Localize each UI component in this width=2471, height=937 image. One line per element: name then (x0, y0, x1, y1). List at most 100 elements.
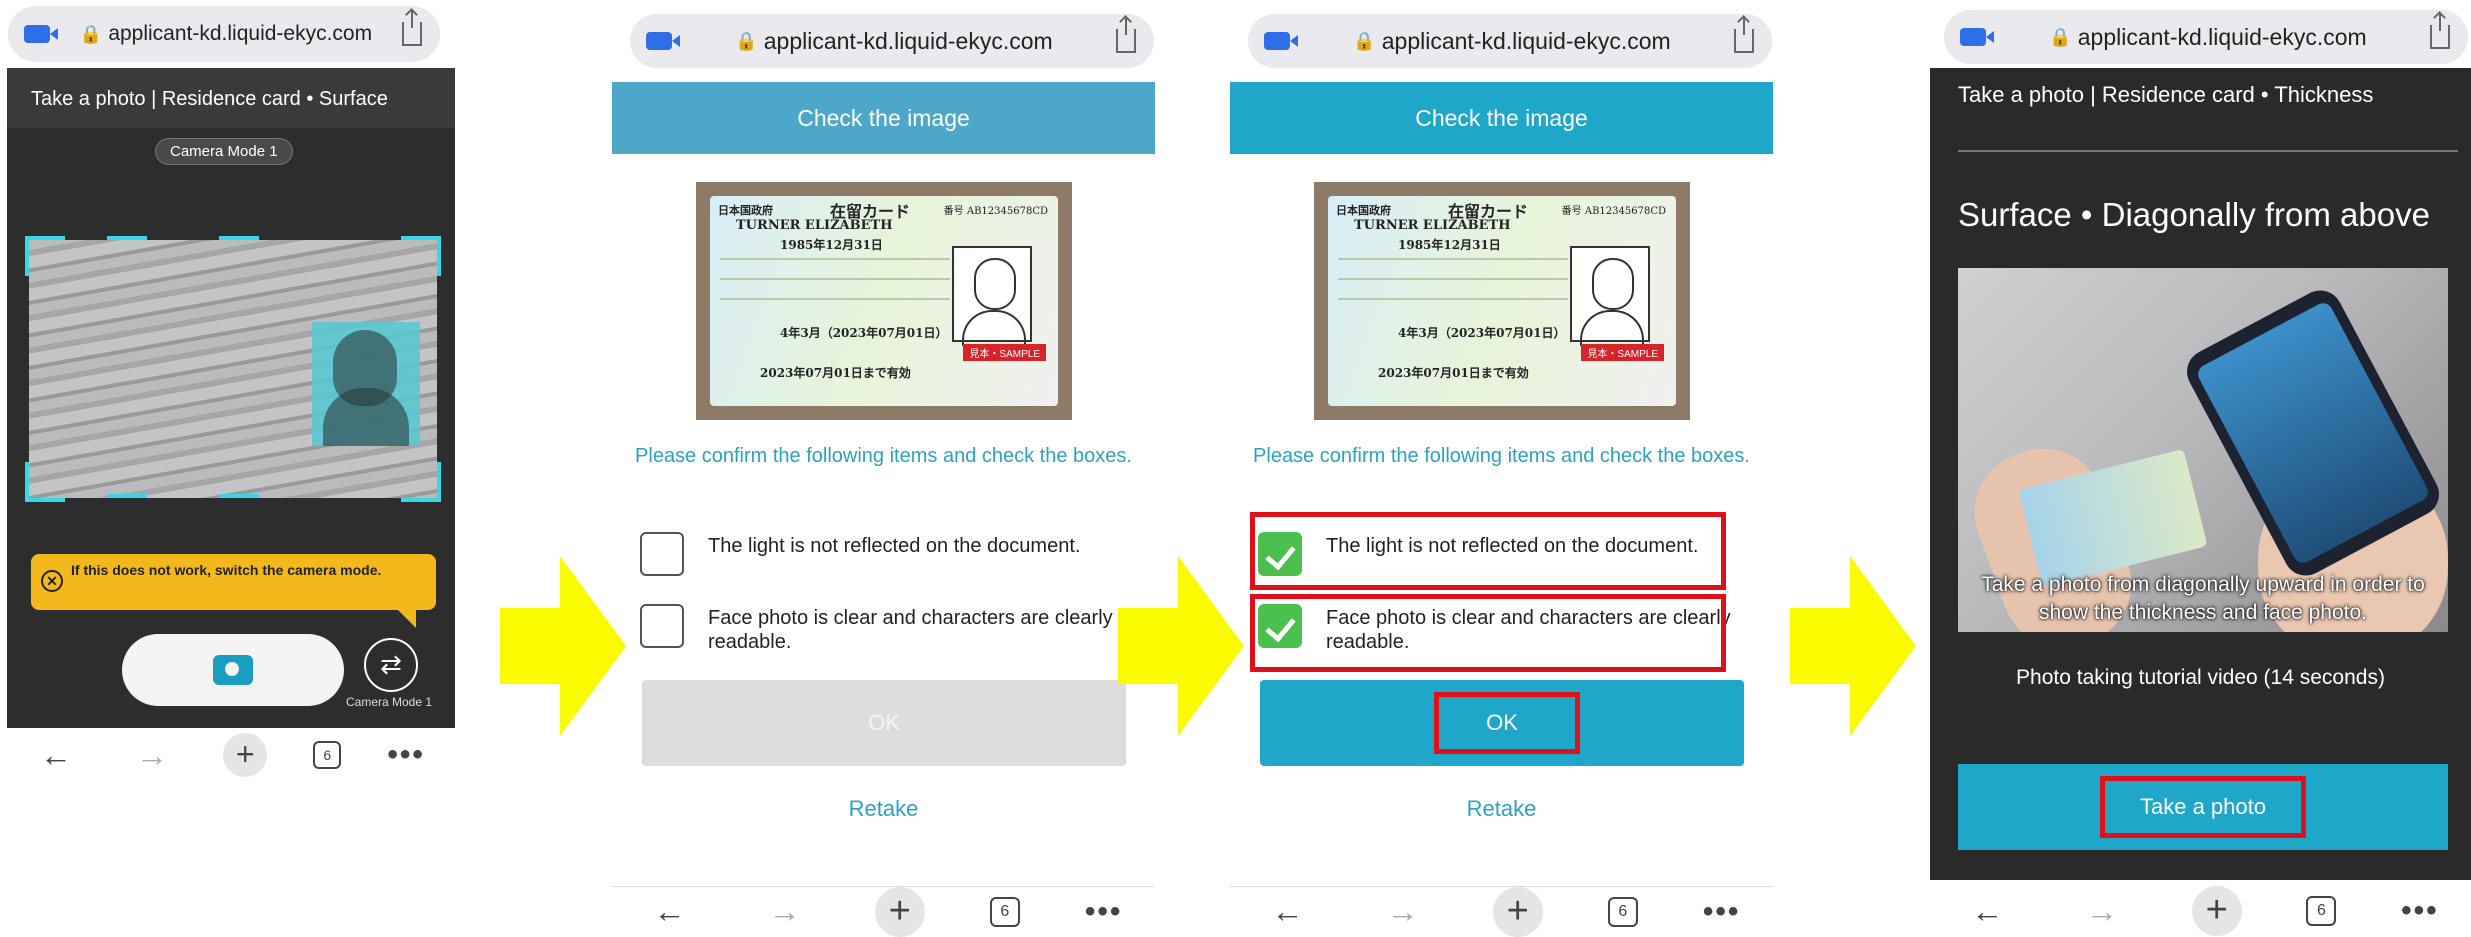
camera-icon (213, 655, 253, 685)
frame-corner-bl (25, 462, 65, 502)
switch-camera-label: Camera Mode 1 (346, 695, 433, 709)
url-text: applicant-kd.liquid-ekyc.com (763, 27, 1053, 54)
card-photo (1570, 246, 1650, 346)
flow-arrow (1790, 556, 1916, 736)
card-line (1338, 278, 1568, 280)
ok-button-disabled[interactable]: OK (642, 680, 1126, 766)
url-bar[interactable]: 🔒 applicant-kd.liquid-ekyc.com (1248, 14, 1772, 68)
screen-thickness: 🔒 applicant-kd.liquid-ekyc.com Take a ph… (1930, 0, 2471, 937)
card-expiry: 2023年07月01日まで有効 (1378, 366, 1529, 380)
frame-tick (219, 236, 259, 240)
card-name: TURNER ELIZABETH (1354, 218, 1511, 233)
tabs-icon[interactable]: 6 (989, 896, 1020, 927)
checkbox-label: Face photo is clear and characters are c… (708, 607, 1113, 653)
share-icon[interactable] (1733, 17, 1754, 53)
card-image: 日本国政府 在留カード 番号 AB12345678CD TURNER ELIZA… (696, 182, 1072, 420)
share-icon[interactable] (1115, 17, 1136, 53)
card-expiry: 2023年07月01日まで有効 (760, 366, 911, 380)
back-icon[interactable]: ← (31, 737, 81, 774)
url-bar[interactable]: 🔒 applicant-kd.liquid-ekyc.com (8, 6, 440, 62)
lock-icon: 🔒 (2049, 26, 2072, 47)
card-sample: 見本・SAMPLE (963, 344, 1046, 361)
video-label: Photo taking tutorial video (14 seconds) (2016, 666, 2385, 689)
back-icon[interactable]: ← (1962, 893, 2012, 930)
flow-arrow (1118, 556, 1244, 736)
card-birth: 1985年12月31日 (1398, 238, 1501, 252)
video-icon (1264, 32, 1298, 50)
card-line (720, 298, 950, 300)
browser-nav: ← → + 6 ••• (8, 730, 448, 780)
back-icon[interactable]: ← (1263, 893, 1313, 930)
card-period: 4年3月（2023年07月01日） (780, 326, 948, 340)
warning-text: If this does not work, switch the camera… (71, 562, 382, 578)
tabs-icon[interactable]: 6 (2306, 896, 2337, 926)
checkbox-row[interactable]: The light is not reflected on the docume… (640, 532, 1130, 576)
forward-icon[interactable]: → (1378, 893, 1428, 930)
more-icon[interactable]: ••• (2401, 894, 2439, 928)
highlight-box (1434, 692, 1580, 754)
card-line (1338, 298, 1568, 300)
screen-camera: 🔒 applicant-kd.liquid-ekyc.com Take a ph… (0, 0, 455, 785)
camera-viewport: Take a photo | Residence card • Surface … (7, 68, 455, 728)
highlight-box (1250, 512, 1726, 590)
back-icon[interactable]: ← (645, 893, 695, 930)
checkbox-label: The light is not reflected on the docume… (708, 535, 1081, 557)
url-text: applicant-kd.liquid-ekyc.com (2077, 23, 2367, 50)
url-text: applicant-kd.liquid-ekyc.com (1381, 27, 1671, 54)
tabs-icon[interactable]: 6 (1607, 896, 1638, 927)
retake-link[interactable]: Retake (1230, 796, 1773, 822)
url-bar[interactable]: 🔒 applicant-kd.liquid-ekyc.com (630, 14, 1154, 68)
checkbox[interactable] (640, 604, 684, 648)
url-text: applicant-kd.liquid-ekyc.com (108, 22, 373, 45)
browser-nav: ← → + 6 ••• (612, 886, 1155, 937)
new-tab-icon[interactable]: + (223, 733, 268, 777)
warning-tooltip: ✕ If this does not work, switch the came… (31, 554, 436, 628)
frame-corner-br (401, 462, 441, 502)
new-tab-icon[interactable]: + (2191, 886, 2242, 936)
card-line (720, 258, 950, 260)
new-tab-icon[interactable]: + (874, 886, 925, 937)
checkbox[interactable] (640, 532, 684, 576)
shutter-button[interactable] (122, 634, 344, 706)
retake-link[interactable]: Retake (612, 796, 1155, 822)
checkbox-row[interactable]: Face photo is clear and characters are c… (640, 604, 1130, 654)
confirm-text: Please confirm the following items and c… (635, 445, 1132, 467)
confirm-text: Please confirm the following items and c… (1253, 445, 1750, 467)
page-header: Check the image (612, 82, 1155, 154)
forward-icon[interactable]: → (760, 893, 810, 930)
share-icon[interactable] (402, 10, 422, 46)
highlight-box (1250, 594, 1726, 672)
new-tab-icon[interactable]: + (1492, 886, 1543, 937)
divider (1958, 150, 2458, 152)
card-issuer: 日本国政府 (718, 204, 773, 217)
card-line (720, 278, 950, 280)
card-number: 番号 AB12345678CD (943, 206, 1048, 217)
forward-icon[interactable]: → (127, 737, 177, 774)
section-heading: Surface • Diagonally from above (1958, 196, 2430, 233)
more-icon[interactable]: ••• (1703, 895, 1741, 929)
video-icon (646, 32, 680, 50)
frame-tick (107, 236, 147, 240)
tutorial-video[interactable]: Take a photo from diagonally upward in o… (1958, 268, 2448, 632)
frame-tick (107, 494, 147, 498)
card-line (1338, 258, 1568, 260)
tabs-icon[interactable]: 6 (313, 741, 342, 769)
residence-card: 日本国政府 在留カード 番号 AB12345678CD TURNER ELIZA… (1328, 196, 1676, 406)
screen-check-unchecked: 🔒 applicant-kd.liquid-ekyc.com Check the… (612, 0, 1155, 937)
forward-icon[interactable]: → (2077, 893, 2127, 930)
more-icon[interactable]: ••• (1085, 895, 1123, 929)
share-icon[interactable] (2429, 13, 2450, 49)
page-title: Take a photo | Residence card • Surface (7, 68, 455, 128)
frame-tick (219, 494, 259, 498)
card-sample: 見本・SAMPLE (1581, 344, 1664, 361)
frame-corner-tl (25, 236, 65, 276)
url-bar[interactable]: 🔒 applicant-kd.liquid-ekyc.com (1944, 10, 2468, 64)
browser-nav: ← → + 6 ••• (1930, 886, 2471, 936)
page-title: Take a photo | Residence card • Thicknes… (1958, 82, 2374, 107)
highlight-box (2100, 776, 2306, 838)
screen-check-checked: 🔒 applicant-kd.liquid-ekyc.com Check the… (1230, 0, 1773, 937)
lock-icon: 🔒 (735, 30, 758, 51)
more-icon[interactable]: ••• (387, 738, 425, 772)
switch-camera-button[interactable]: ⇄ (364, 638, 418, 692)
card-birth: 1985年12月31日 (780, 238, 883, 252)
